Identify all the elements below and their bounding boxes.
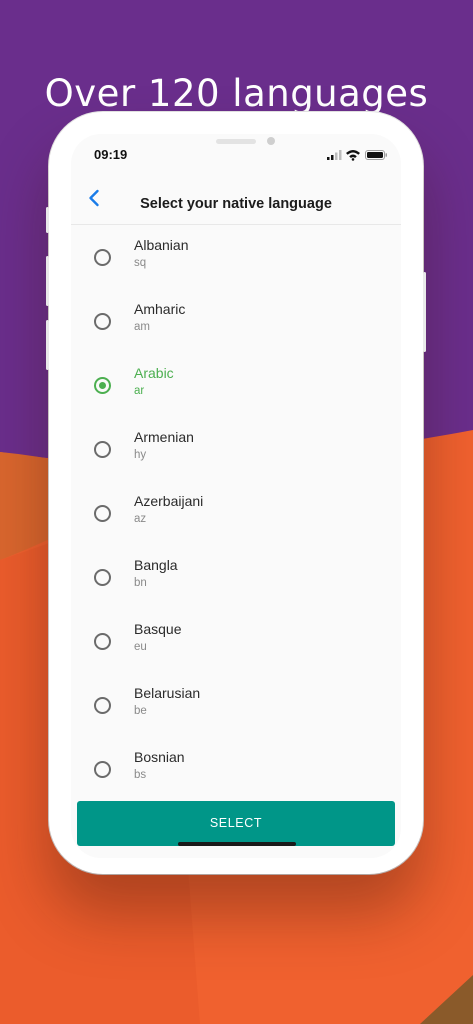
radio-checked-dot [99,382,106,389]
status-icons [327,148,387,166]
select-button[interactable]: SELECT [77,801,395,846]
language-name: Arabic [134,365,174,381]
language-code: bn [134,577,147,589]
list-item[interactable]: Amharic am [71,289,401,353]
radio-button[interactable] [94,441,111,458]
phone-volume-up-button [46,256,49,306]
camera-dot [267,137,275,145]
list-item[interactable]: Bangla bn [71,545,401,609]
language-name: Bosnian [134,749,185,765]
language-name: Amharic [134,301,186,317]
list-item[interactable]: Armenian hy [71,417,401,481]
wifi-icon [346,150,360,161]
list-item[interactable]: Basque eu [71,609,401,673]
list-item[interactable]: Azerbaijani az [71,481,401,545]
app-screen: 09:19 Select your native language Albani… [71,134,401,858]
radio-button[interactable] [94,313,111,330]
language-name: Bangla [134,557,178,573]
language-name: Belarusian [134,685,201,701]
language-code: eu [134,641,147,653]
language-code: bs [134,769,147,781]
language-list: Albanian sq Amharic am Arabic ar Armenia… [71,225,401,801]
phone-power-button [423,272,426,352]
language-name: Albanian [134,237,189,253]
language-code: ar [134,385,145,397]
speaker-notch [216,139,256,144]
radio-button-checked[interactable] [94,377,111,394]
radio-button[interactable] [94,249,111,266]
list-item[interactable]: Albanian sq [71,225,401,289]
language-name: Armenian [134,429,194,445]
phone-side-button [46,207,49,233]
radio-button[interactable] [94,761,111,778]
list-item-selected[interactable]: Arabic ar [71,353,401,417]
radio-button[interactable] [94,569,111,586]
home-indicator [178,842,296,846]
language-name: Azerbaijani [134,493,204,509]
language-name: Basque [134,621,182,637]
language-code: az [134,513,147,525]
radio-button[interactable] [94,697,111,714]
radio-button[interactable] [94,505,111,522]
headline: Over 120 languages [44,72,429,115]
list-item[interactable]: Bosnian bs [71,737,401,801]
cellular-signal-icon [327,150,342,160]
radio-button[interactable] [94,633,111,650]
language-code: sq [134,257,147,269]
phone-volume-down-button [46,320,49,370]
navigation-bar: Select your native language [71,174,401,225]
language-code: hy [134,449,147,461]
list-item[interactable]: Belarusian be [71,673,401,737]
phone-frame: 09:19 Select your native language Albani… [46,112,426,874]
language-code: be [134,705,147,717]
status-bar: 09:19 [71,134,401,174]
battery-icon [365,150,387,160]
page-title: Select your native language [140,196,332,212]
language-code: am [134,321,150,333]
status-time: 09:19 [94,147,128,162]
